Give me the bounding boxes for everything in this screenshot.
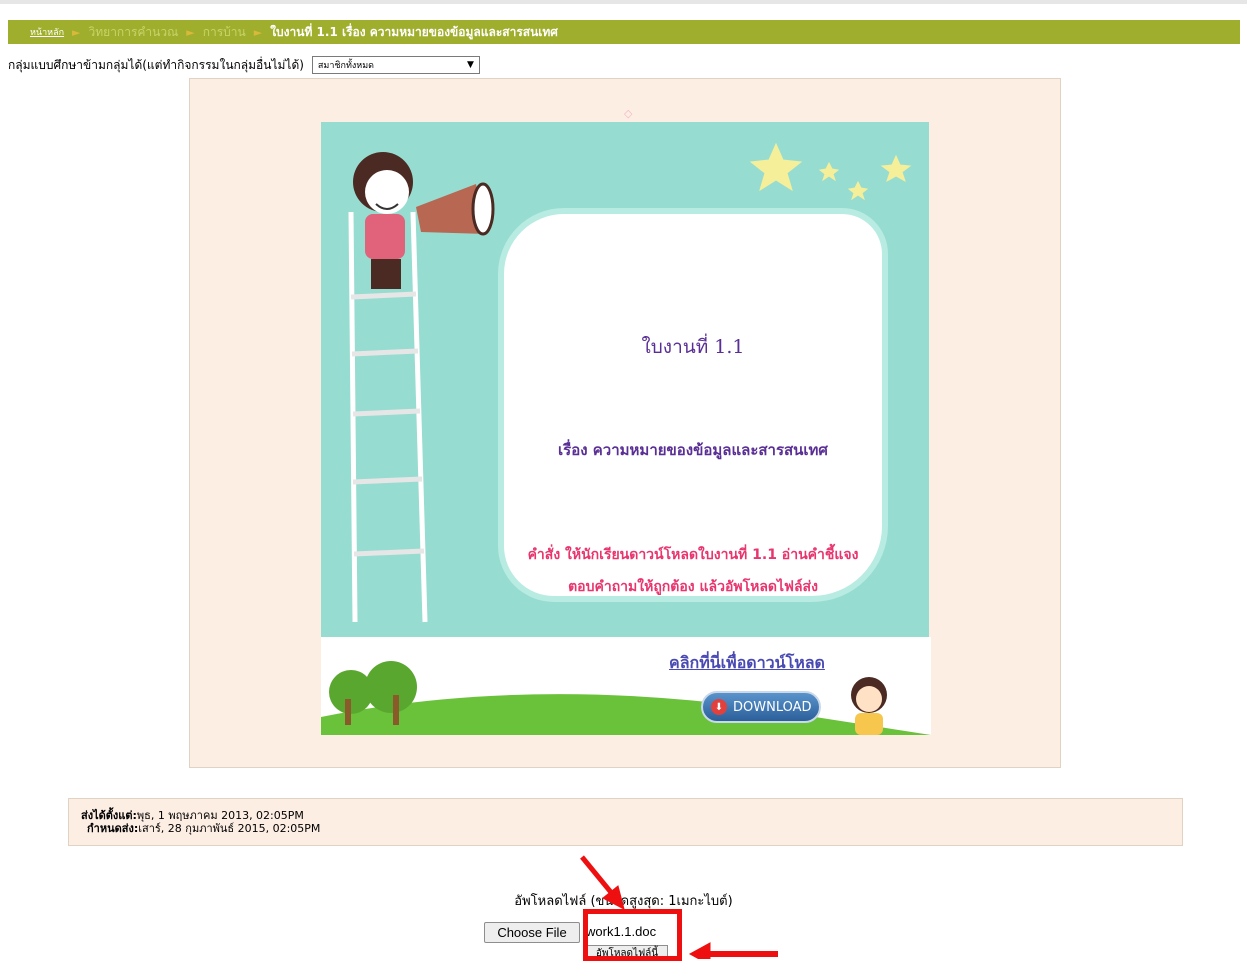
annotation-arrows (580, 855, 778, 959)
arrow-down-icon (580, 855, 625, 910)
arrow-left-icon (688, 942, 778, 959)
